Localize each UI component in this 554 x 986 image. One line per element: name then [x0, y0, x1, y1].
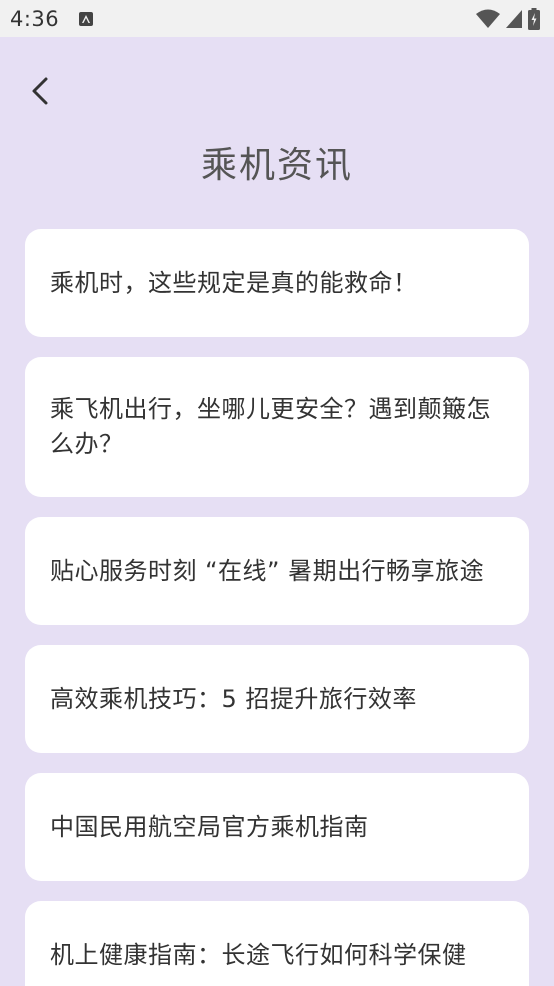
- article-card[interactable]: 高效乘机技巧：5 招提升旅行效率: [25, 645, 529, 753]
- status-bar: 4:36: [0, 0, 554, 37]
- article-title: 机上健康指南：长途飞行如何科学保健: [50, 940, 467, 969]
- article-card[interactable]: 中国民用航空局官方乘机指南: [25, 773, 529, 881]
- battery-icon: [528, 7, 540, 30]
- status-icons: [476, 7, 540, 30]
- chevron-left-icon: [29, 76, 51, 110]
- article-card[interactable]: 乘飞机出行，坐哪儿更安全？遇到颠簸怎么办？: [25, 357, 529, 497]
- status-time: 4:36: [10, 6, 60, 31]
- article-title: 乘机时，这些规定是真的能救命！: [50, 268, 418, 297]
- notification-a-icon: [79, 11, 94, 26]
- article-title: 中国民用航空局官方乘机指南: [50, 812, 369, 841]
- cell-signal-icon: [506, 9, 522, 28]
- page-title: 乘机资讯: [200, 145, 353, 186]
- wifi-icon: [476, 9, 500, 29]
- article-title: 高效乘机技巧：5 招提升旅行效率: [50, 684, 417, 713]
- back-button[interactable]: [22, 74, 58, 112]
- article-card[interactable]: 机上健康指南：长途飞行如何科学保健: [25, 901, 529, 986]
- article-title: 贴心服务时刻 “在线” 暑期出行畅享旅途: [50, 556, 485, 585]
- article-card[interactable]: 乘机时，这些规定是真的能救命！: [25, 229, 529, 337]
- article-title: 乘飞机出行，坐哪儿更安全？遇到颠簸怎么办？: [50, 395, 491, 458]
- article-card[interactable]: 贴心服务时刻 “在线” 暑期出行畅享旅途: [25, 517, 529, 625]
